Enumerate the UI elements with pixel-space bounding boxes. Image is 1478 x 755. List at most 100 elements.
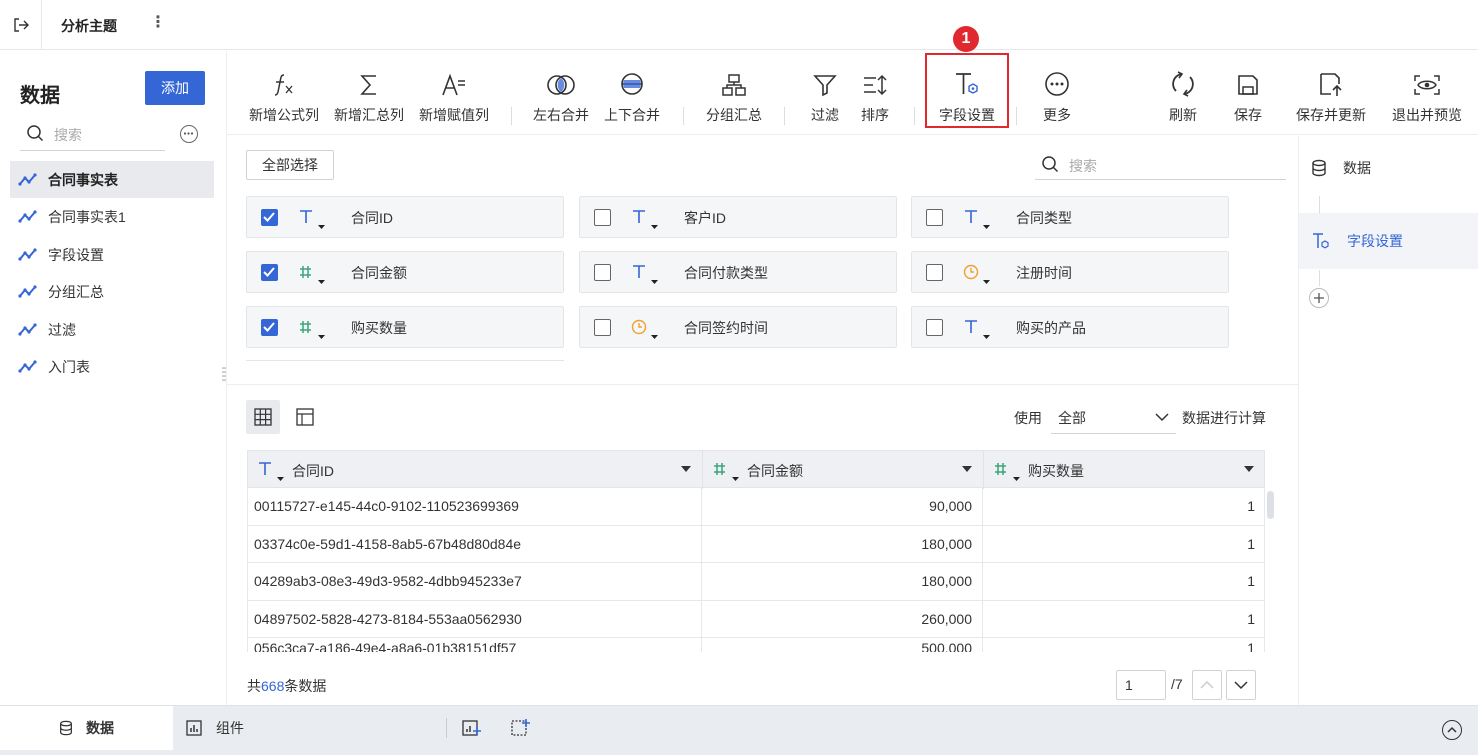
step-data[interactable]: 数据 (1299, 140, 1478, 196)
field-checkbox[interactable] (926, 209, 943, 226)
field-checkbox[interactable] (594, 209, 611, 226)
highlight-field-settings (925, 53, 1009, 128)
tab-components-label: 组件 (216, 720, 244, 736)
field-checkbox[interactable] (594, 264, 611, 281)
field-checkbox[interactable] (594, 319, 611, 336)
add-assign-column-button[interactable]: 新增赋值列 (416, 51, 492, 135)
add-component-button[interactable] (462, 718, 482, 741)
field-type-dropdown[interactable] (630, 205, 660, 233)
save-and-update-button[interactable]: 保存并更新 (1291, 51, 1371, 135)
total-pages: /7 (1171, 676, 1183, 692)
page-number-input[interactable]: 1 (1116, 670, 1166, 700)
prev-page-button[interactable] (1192, 670, 1222, 700)
table-row[interactable]: 03374c0e-59d1-4158-8ab5-67b48d80d84e 180,… (247, 525, 1265, 563)
exit-button[interactable] (0, 0, 42, 50)
collapse-button[interactable] (1442, 720, 1462, 740)
refresh-button[interactable]: 刷新 (1163, 51, 1203, 135)
column-header[interactable]: 合同金额 (703, 451, 984, 489)
save-update-icon (1320, 73, 1342, 96)
field-item[interactable]: 合同类型 (911, 196, 1229, 238)
next-page-button[interactable] (1226, 670, 1256, 700)
exit-icon (13, 18, 29, 32)
add-formula-column-button[interactable]: 新增公式列 (246, 51, 322, 135)
column-header[interactable]: 合同ID (248, 451, 703, 489)
field-type-dropdown[interactable] (630, 260, 660, 288)
field-type-dropdown[interactable] (962, 205, 992, 233)
step-field-settings[interactable]: 字段设置 (1299, 213, 1478, 269)
table-view-toggle[interactable] (246, 400, 280, 434)
table-cell: 056c3ca7-a186-49e4-a8a6-01b38151df57 (248, 638, 702, 652)
tab-components[interactable]: 组件 (186, 706, 426, 750)
field-checkbox[interactable] (261, 319, 278, 336)
table-row[interactable]: 04289ab3-08e3-49d3-9582-4dbb945233e7 180,… (247, 563, 1265, 601)
sidebar-item-contract-fact-1[interactable]: 合同事实表1 (10, 198, 214, 235)
field-item[interactable]: 合同签约时间 (579, 306, 897, 348)
column-header[interactable]: 购买数量 (984, 451, 1266, 489)
sidebar-item-group-summary[interactable]: 分组汇总 (10, 273, 214, 310)
number-type-icon (300, 266, 325, 284)
text-type-icon (965, 210, 990, 229)
more-button[interactable]: 更多 (1035, 51, 1079, 135)
field-checkbox[interactable] (926, 319, 943, 336)
table-row[interactable]: 056c3ca7-a186-49e4-a8a6-01b38151df57 500,… (247, 638, 1265, 652)
sidebar-item-filter[interactable]: 过滤 (10, 311, 214, 348)
chevron-up-icon (1200, 680, 1214, 689)
field-checkbox[interactable] (261, 209, 278, 226)
field-item[interactable]: 合同ID (246, 196, 564, 238)
column-menu-caret-icon[interactable] (1244, 466, 1254, 472)
number-type-icon (714, 463, 739, 481)
tab-data[interactable]: 数据 (0, 706, 173, 750)
field-item[interactable]: 合同金额 (246, 251, 564, 293)
calc-scope-select[interactable]: 全部 (1051, 402, 1176, 434)
field-type-dropdown[interactable] (962, 315, 992, 343)
table-cell: 260,000 (702, 600, 983, 638)
merge-up-down-button[interactable]: 上下合并 (600, 51, 664, 135)
field-item[interactable]: 合同付款类型 (579, 251, 897, 293)
merge-left-right-button[interactable]: 左右合并 (529, 51, 593, 135)
field-item[interactable]: 购买数量 (246, 306, 564, 348)
field-item[interactable]: 购买的产品 (911, 306, 1229, 348)
sidebar-item-contract-fact[interactable]: 合同事实表 (10, 161, 214, 198)
filter-button[interactable]: 过滤 (805, 51, 845, 135)
text-type-icon (965, 320, 990, 339)
table-scrollbar[interactable] (1267, 491, 1274, 519)
add-summary-column-button[interactable]: 新增汇总列 (331, 51, 407, 135)
field-name: 购买的产品 (1016, 320, 1086, 336)
field-type-dropdown[interactable] (630, 315, 660, 343)
field-item[interactable]: 注册时间 (911, 251, 1229, 293)
chevron-up-icon (1447, 726, 1457, 733)
add-filter-icon (511, 719, 530, 736)
table-row[interactable]: 00115727-e145-44c0-9102-110523699369 90,0… (247, 488, 1265, 526)
save-button[interactable]: 保存 (1228, 51, 1268, 135)
select-all-button[interactable]: 全部选择 (246, 150, 334, 180)
field-type-dropdown[interactable] (297, 260, 327, 288)
add-filter-component-button[interactable] (511, 718, 531, 741)
field-search-input[interactable]: 搜索 (1035, 150, 1286, 180)
sort-button[interactable]: 排序 (855, 51, 895, 135)
column-menu-caret-icon[interactable] (962, 466, 972, 472)
sidebar-item-label: 合同事实表 (48, 171, 118, 188)
add-button[interactable]: 添加 (145, 71, 205, 105)
field-item[interactable]: 客户ID (579, 196, 897, 238)
layout-view-toggle[interactable] (288, 400, 322, 434)
sidebar-more-button[interactable] (180, 125, 198, 143)
table-row[interactable]: 04897502-5828-4273-8184-553aa0562930 260,… (247, 600, 1265, 638)
more-menu-button[interactable]: ⋮ (150, 12, 166, 32)
group-summary-button[interactable]: 分组汇总 (701, 51, 767, 135)
field-checkbox[interactable] (926, 264, 943, 281)
field-type-dropdown[interactable] (297, 315, 327, 343)
sigma-icon (360, 75, 376, 95)
sidebar-item-field-settings[interactable]: 字段设置 (10, 236, 214, 273)
row-count: 共668条数据 (247, 676, 326, 696)
field-type-dropdown[interactable] (297, 205, 327, 233)
field-name: 购买数量 (351, 320, 407, 336)
save-icon (1238, 75, 1258, 95)
field-checkbox[interactable] (261, 264, 278, 281)
column-menu-caret-icon[interactable] (681, 466, 691, 472)
sidebar-search-input[interactable]: 搜索 (20, 119, 165, 151)
field-type-dropdown[interactable] (962, 260, 992, 288)
exit-and-preview-button[interactable]: 退出并预览 (1387, 51, 1467, 135)
sidebar-item-label: 分组汇总 (48, 283, 104, 300)
sidebar-item-intro-table[interactable]: 入门表 (10, 348, 214, 385)
add-step-button[interactable] (1309, 288, 1329, 308)
